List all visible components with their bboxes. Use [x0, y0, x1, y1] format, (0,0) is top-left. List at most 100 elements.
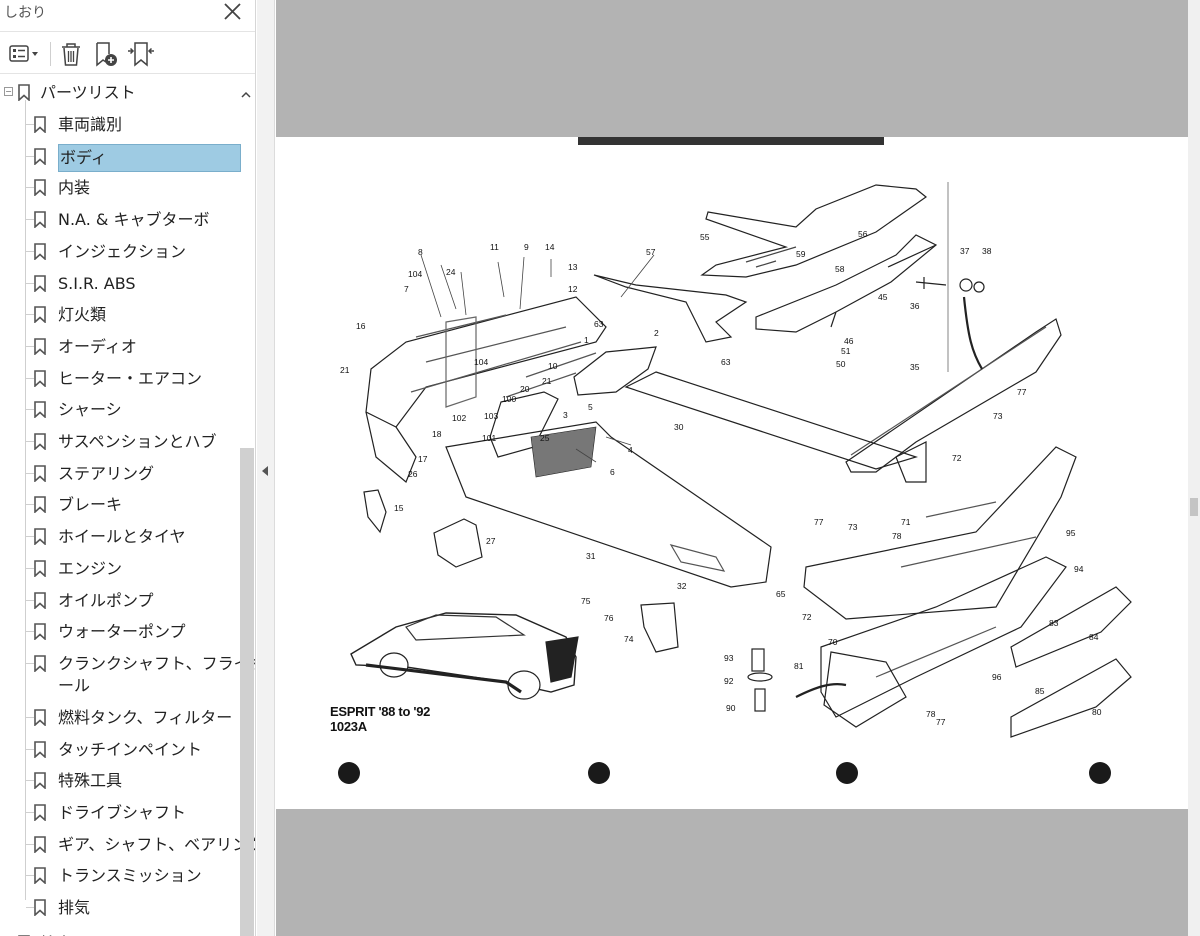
panel-splitter[interactable]: [257, 0, 275, 936]
svg-text:104: 104: [474, 357, 488, 367]
bookmark-icon: [34, 772, 46, 791]
collapse-panel-icon[interactable]: [262, 466, 268, 476]
bookmark-item[interactable]: 内装: [0, 173, 246, 203]
bookmark-item[interactable]: 特殊工具: [0, 766, 246, 796]
svg-text:101: 101: [482, 433, 496, 443]
close-icon[interactable]: [220, 0, 246, 24]
svg-text:3: 3: [563, 410, 568, 420]
panel-scrollbar-thumb[interactable]: [240, 448, 254, 936]
bookmark-icon: [34, 338, 46, 356]
document-scrollbar-thumb[interactable]: [1190, 498, 1198, 516]
tree-connector: [26, 567, 34, 569]
svg-text:51: 51: [841, 346, 851, 356]
tree-connector: [26, 536, 34, 538]
bookmark-item[interactable]: ウォーターポンプ: [0, 617, 246, 647]
bookmark-item[interactable]: ギア、シャフト、ベアリング: [0, 830, 255, 860]
svg-text:63: 63: [721, 357, 731, 367]
bookmarks-panel: しおり − パーツリスト 車両識別 ボディ 内装 N.A. & キャブターボ イ…: [0, 0, 256, 936]
bookmark-item[interactable]: シャーシ: [0, 395, 246, 425]
svg-text:6: 6: [610, 467, 615, 477]
bookmark-item[interactable]: タッチインペイント: [0, 735, 246, 765]
bookmark-item[interactable]: ボディ: [0, 142, 246, 172]
tree-connector: [26, 345, 34, 347]
svg-text:7: 7: [404, 284, 409, 294]
bookmark-label: トランスミッション: [58, 866, 202, 886]
bookmark-icon: [34, 740, 46, 759]
tree-connector: [26, 409, 34, 411]
svg-text:100: 100: [502, 394, 516, 404]
svg-text:45: 45: [878, 292, 888, 302]
new-bookmark-icon[interactable]: [92, 40, 120, 68]
svg-text:9: 9: [524, 242, 529, 252]
svg-text:71: 71: [901, 517, 911, 527]
svg-text:2: 2: [654, 328, 659, 338]
svg-text:36: 36: [910, 301, 920, 311]
diagram-caption-model: ESPRIT '88 to '92: [330, 704, 431, 719]
svg-text:83: 83: [1049, 618, 1059, 628]
bookmark-item[interactable]: 灯火類: [0, 300, 246, 330]
bookmark-root-search[interactable]: 検索: [0, 929, 246, 936]
bookmark-item[interactable]: ブレーキ: [0, 490, 246, 520]
bookmark-item[interactable]: クランクシャフト、フライホイール: [0, 649, 255, 695]
bookmark-label: ブレーキ: [58, 495, 123, 515]
bookmark-label: ヒーター・エアコン: [58, 368, 203, 388]
bookmark-icon: [34, 623, 46, 641]
tree-connector: [26, 314, 34, 316]
collapse-toggle-icon[interactable]: −: [4, 87, 13, 96]
svg-text:77: 77: [814, 517, 824, 527]
bookmark-item[interactable]: ホイールとタイヤ: [0, 522, 246, 552]
chevron-up-icon[interactable]: [240, 86, 252, 98]
svg-text:95: 95: [1066, 528, 1076, 538]
svg-text:17: 17: [418, 454, 428, 464]
tree-connector: [26, 282, 34, 284]
bookmark-icon: [34, 899, 46, 917]
diagram-caption-ref: 1023A: [330, 719, 367, 734]
svg-text:85: 85: [1035, 686, 1045, 696]
svg-text:73: 73: [993, 411, 1003, 421]
bookmark-toolbar: [0, 34, 255, 74]
bookmark-item[interactable]: 燃料タンク、フィルター: [0, 703, 246, 733]
bookmark-item[interactable]: トランスミッション: [0, 861, 246, 891]
bookmark-icon: [34, 464, 46, 483]
svg-text:93: 93: [724, 653, 734, 663]
bookmark-item[interactable]: ドライブシャフト: [0, 798, 246, 828]
tree-connector: [26, 472, 34, 474]
bookmark-tree: − パーツリスト車両識別ボディ 内装 N.A. & キャブターボ インジェクション S.I…: [0, 78, 255, 936]
bookmark-label: エンジン: [58, 558, 123, 578]
bookmark-root-partslist[interactable]: − パーツリスト: [0, 78, 246, 108]
svg-text:56: 56: [858, 229, 868, 239]
svg-text:78: 78: [892, 531, 902, 541]
document-scrollbar[interactable]: [1188, 0, 1200, 936]
bookmark-item[interactable]: インジェクション: [0, 237, 246, 267]
svg-text:92: 92: [724, 676, 734, 686]
bookmark-item[interactable]: サスペンションとハブ: [0, 427, 246, 457]
options-menu-icon[interactable]: [8, 40, 42, 68]
tree-connector: [26, 441, 34, 442]
bookmark-label: 車両識別: [58, 115, 123, 134]
bookmark-label: クランクシャフト、フライホイ: [58, 653, 255, 673]
expand-bookmark-icon[interactable]: [126, 40, 156, 68]
svg-text:74: 74: [624, 634, 634, 644]
bookmark-item[interactable]: オーディオ: [0, 332, 246, 362]
punch-hole: [338, 762, 360, 784]
delete-bookmark-icon[interactable]: [58, 40, 84, 68]
pdf-page: 8 104 24 11 9 14 13 12 57 55 56 59 58 37 38 36 45 7 …: [276, 137, 1188, 809]
svg-text:21: 21: [542, 376, 552, 386]
bookmark-item[interactable]: 排気: [0, 893, 246, 923]
bookmark-item[interactable]: オイルポンプ: [0, 586, 246, 616]
svg-text:78: 78: [926, 709, 936, 719]
svg-text:70: 70: [828, 637, 838, 647]
tree-connector: [26, 875, 34, 877]
tree-connector: [26, 716, 34, 718]
svg-text:81: 81: [794, 661, 804, 671]
bookmark-item[interactable]: N.A. & キャブターボ: [0, 205, 246, 235]
bookmark-label: タッチインペイント: [58, 739, 203, 759]
bookmark-item[interactable]: S.I.R. ABS: [0, 269, 246, 299]
svg-text:73: 73: [848, 522, 858, 532]
bookmark-item[interactable]: ステアリング: [0, 459, 246, 489]
bookmark-item[interactable]: ヒーター・エアコン: [0, 364, 246, 394]
svg-text:72: 72: [802, 612, 812, 622]
bookmark-item[interactable]: エンジン: [0, 554, 246, 584]
bookmark-item[interactable]: 車両識別: [0, 110, 246, 140]
bookmark-label: 特殊工具: [58, 771, 123, 791]
